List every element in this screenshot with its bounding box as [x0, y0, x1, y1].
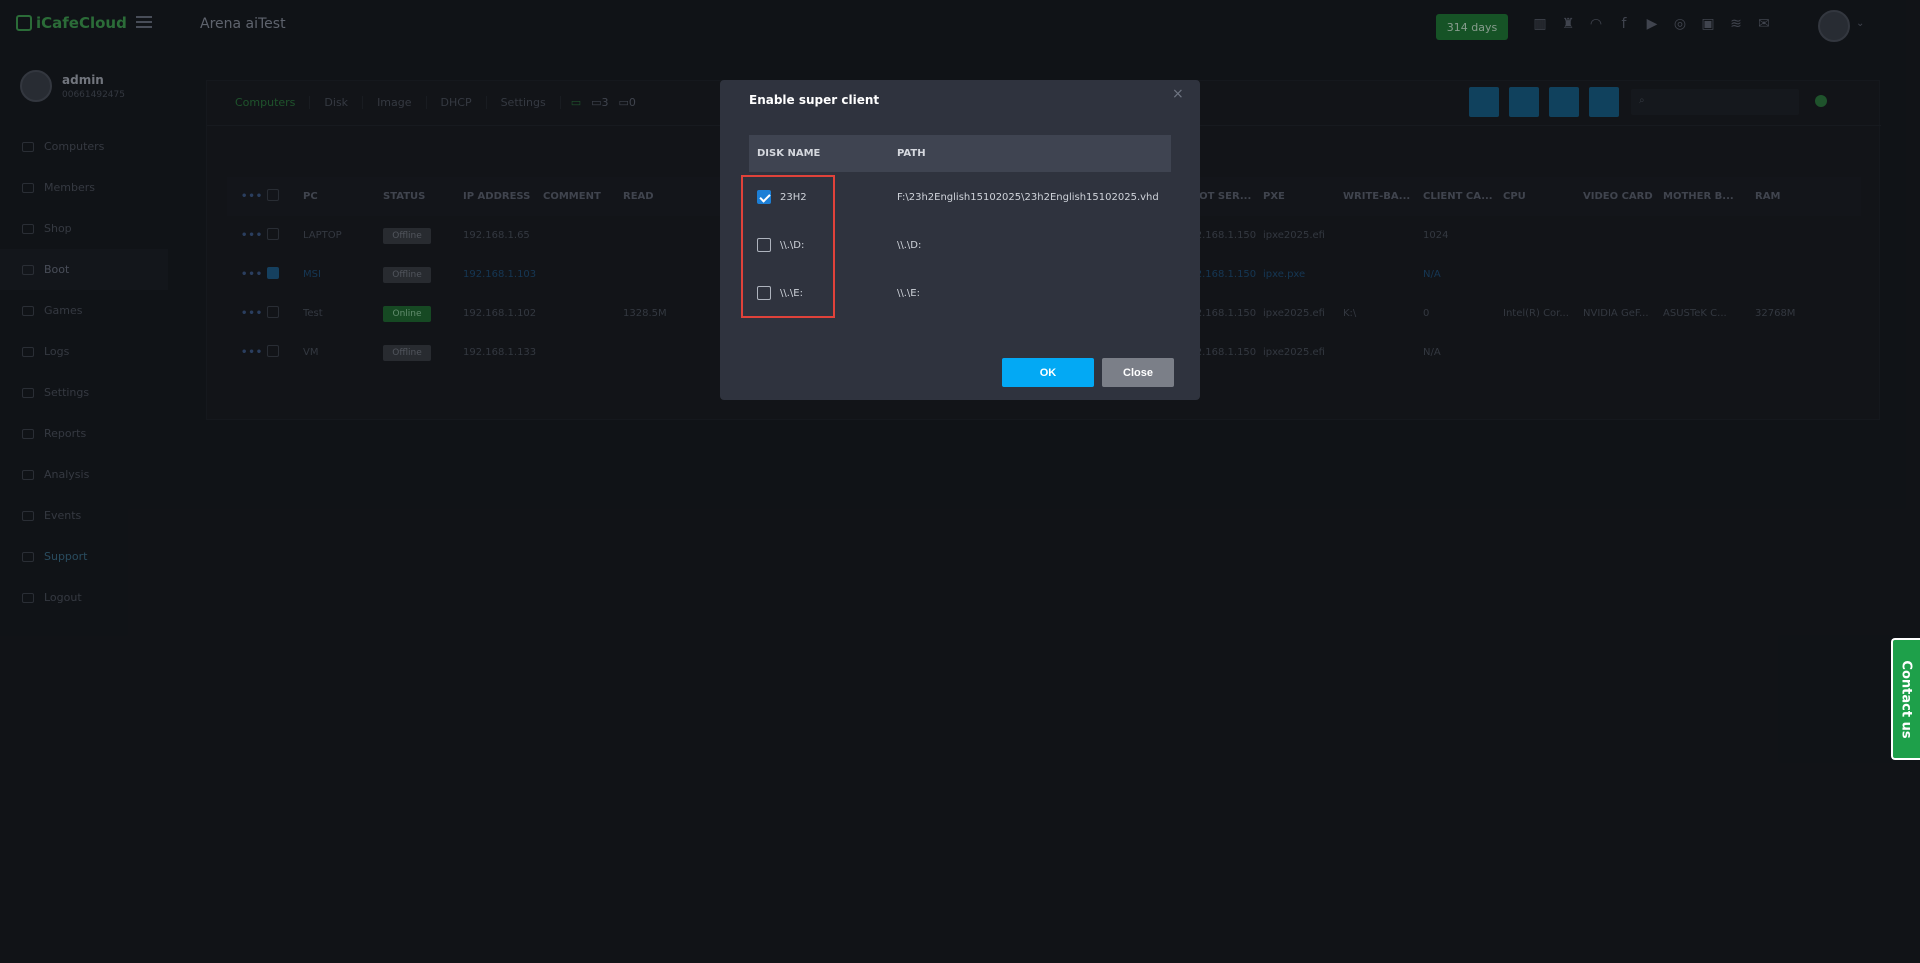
- contact-us-label: Contact us: [1899, 659, 1914, 739]
- disk-checkbox[interactable]: [757, 238, 771, 252]
- disk-path: \\.\D:: [897, 239, 922, 251]
- close-icon[interactable]: ×: [1172, 86, 1184, 102]
- disk-name: \\.\E:: [780, 287, 803, 299]
- disk-checkbox[interactable]: [757, 190, 771, 204]
- disk-name-cell: 23H2: [749, 190, 897, 204]
- disk-path: F:\23h2English15102025\23h2English151020…: [897, 191, 1159, 203]
- enable-super-client-dialog: Enable super client × DISK NAME PATH 23H…: [720, 80, 1200, 400]
- contact-us-button[interactable]: Contact us: [1891, 638, 1920, 760]
- disk-row[interactable]: \\.\D: \\.\D:: [749, 221, 1171, 269]
- disk-name: \\.\D:: [780, 239, 805, 251]
- disk-name: 23H2: [780, 191, 807, 203]
- disk-path: \\.\E:: [897, 287, 920, 299]
- close-button[interactable]: Close: [1102, 358, 1174, 387]
- column-path: PATH: [897, 148, 926, 159]
- disk-table-header: DISK NAME PATH: [749, 135, 1171, 172]
- disk-checkbox[interactable]: [757, 286, 771, 300]
- disk-name-cell: \\.\D:: [749, 238, 897, 252]
- disk-row[interactable]: 23H2 F:\23h2English15102025\23h2English1…: [749, 173, 1171, 221]
- ok-button[interactable]: OK: [1002, 358, 1094, 387]
- dialog-title: Enable super client: [749, 93, 880, 107]
- disk-name-cell: \\.\E:: [749, 286, 897, 300]
- column-disk-name: DISK NAME: [757, 148, 821, 159]
- disk-row[interactable]: \\.\E: \\.\E:: [749, 269, 1171, 317]
